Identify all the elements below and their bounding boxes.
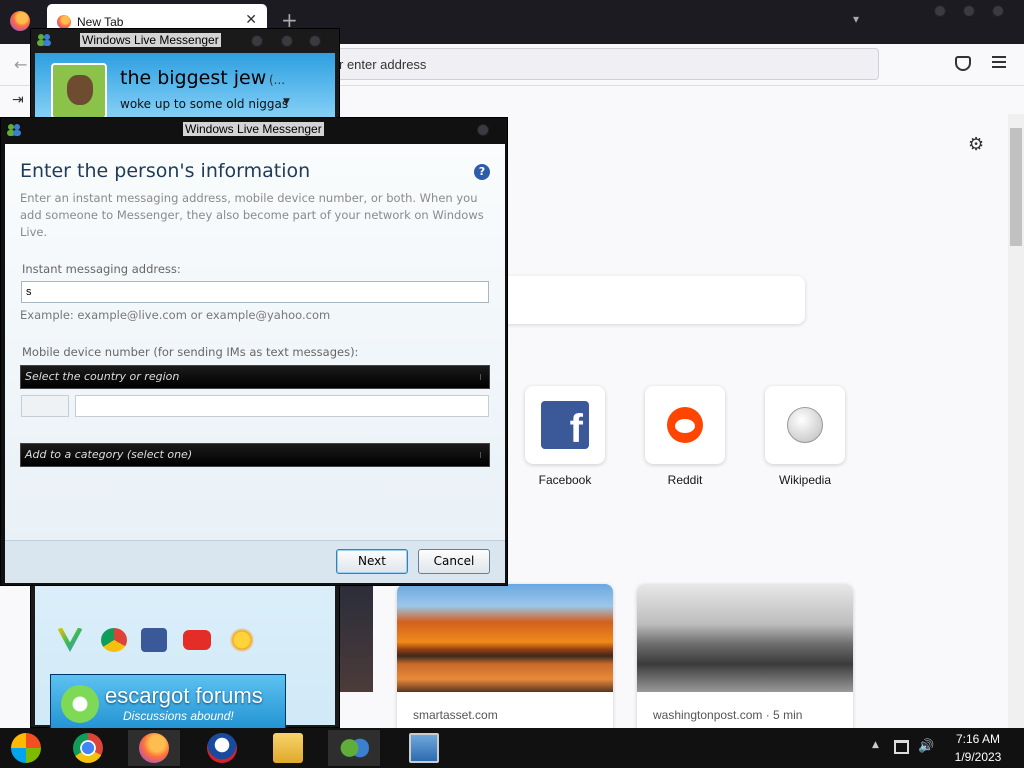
window-minimize-button[interactable] <box>934 5 946 17</box>
story-card-partial-image[interactable] <box>340 584 373 692</box>
address-bar[interactable]: r enter address <box>290 48 879 80</box>
messenger-window-title: Windows Live Messenger <box>80 33 221 47</box>
firefox-logo-icon[interactable] <box>10 11 30 31</box>
messenger-buddies-icon <box>7 124 21 136</box>
dialog-body: Enter the person's information ? Enter a… <box>5 144 505 540</box>
chrome-icon[interactable] <box>101 628 127 652</box>
taskbar-messenger[interactable] <box>328 730 380 766</box>
window-maximize-button[interactable] <box>963 5 975 17</box>
dialog-window-title: Windows Live Messenger <box>183 122 324 136</box>
chevron-down-icon <box>480 374 484 380</box>
taskbar-chrome[interactable] <box>62 730 114 766</box>
cancel-button[interactable]: Cancel <box>418 549 490 574</box>
shortcut-facebook-tile[interactable]: f <box>525 386 605 464</box>
forums-tagline: Discussions abound! <box>123 709 234 723</box>
sign-in-icon[interactable]: ⇥ <box>12 92 24 108</box>
add-contact-dialog: Windows Live Messenger Enter the person'… <box>0 117 508 586</box>
address-bar-placeholder: r enter address <box>339 57 427 72</box>
mobile-number-label: Mobile device number (for sending IMs as… <box>22 345 359 359</box>
obama-logo-icon <box>207 733 237 763</box>
chevron-down-icon <box>480 452 484 458</box>
taskbar-firefox[interactable] <box>128 730 180 766</box>
shortcut-reddit-tile[interactable] <box>645 386 725 464</box>
taskbar-remote-desktop[interactable] <box>398 730 450 766</box>
wikipedia-icon <box>787 407 823 443</box>
sun-weather-icon[interactable] <box>229 628 255 652</box>
new-tab-button[interactable]: + <box>281 10 298 30</box>
story-card-smartasset[interactable]: smartasset.com <box>397 584 613 734</box>
pocket-icon[interactable] <box>955 56 971 71</box>
firefox-icon <box>139 733 169 763</box>
country-region-select[interactable]: Select the country or region <box>20 365 490 389</box>
window-close-button[interactable] <box>992 5 1004 17</box>
status-indicator[interactable]: (... <box>269 73 285 87</box>
taskbar: ▲ 🔊 7:16 AM 1/9/2023 <box>0 728 1024 768</box>
facebook-icon[interactable] <box>141 628 167 652</box>
tab-title: New Tab <box>77 15 124 29</box>
chevron-down-icon[interactable]: ▼ <box>283 97 290 107</box>
reddit-icon <box>667 407 703 443</box>
facebook-icon: f <box>541 401 589 449</box>
network-icon[interactable] <box>894 740 909 754</box>
messenger-minimize-button[interactable] <box>251 35 263 47</box>
taskbar-file-explorer[interactable] <box>262 730 314 766</box>
shortcut-wikipedia-label: Wikipedia <box>778 473 832 487</box>
taskbar-obama-app[interactable] <box>196 730 248 766</box>
story-source: smartasset.com <box>413 708 498 722</box>
story-source: washingtonpost.com · 5 min <box>653 708 803 722</box>
display-name[interactable]: the biggest jew <box>120 67 266 89</box>
messenger-buddies-icon <box>37 34 51 46</box>
im-address-input[interactable] <box>21 281 489 303</box>
messenger-close-button[interactable] <box>309 35 321 47</box>
forums-title: escargot forums <box>105 683 263 708</box>
page-scrollbar[interactable] <box>1008 114 1024 728</box>
shortcut-reddit-label: Reddit <box>667 473 703 487</box>
show-hidden-icons-button[interactable]: ▲ <box>872 740 879 750</box>
story-image-autumn-lake <box>397 584 613 692</box>
im-address-label: Instant messaging address: <box>22 262 181 276</box>
mobile-number-input[interactable] <box>75 395 489 417</box>
help-icon[interactable]: ? <box>474 164 490 180</box>
scrollbar-thumb[interactable] <box>1010 128 1022 246</box>
country-code-field[interactable] <box>21 395 69 417</box>
back-arrow-icon[interactable]: ← <box>14 55 27 74</box>
youtube-icon[interactable] <box>183 630 211 650</box>
monitor-icon <box>409 733 439 763</box>
windows-start-icon <box>11 733 41 763</box>
chrome-icon <box>73 733 103 763</box>
story-card-washingtonpost[interactable]: washingtonpost.com · 5 min <box>637 584 853 734</box>
start-button[interactable] <box>0 730 52 766</box>
firefox-tab-icon <box>57 15 71 29</box>
story-image-lunch-atop-skyscraper <box>637 584 853 692</box>
tab-close-icon[interactable]: ✕ <box>245 12 257 28</box>
messenger-maximize-button[interactable] <box>281 35 293 47</box>
list-all-tabs-icon[interactable]: ▾ <box>853 12 859 26</box>
folder-icon <box>273 733 303 763</box>
escargot-snail-icon <box>61 685 99 723</box>
clock-time[interactable]: 7:16 AM <box>938 732 1018 746</box>
category-select[interactable]: Add to a category (select one) <box>20 443 490 467</box>
im-address-example: Example: example@live.com or example@yah… <box>20 308 331 322</box>
gear-icon[interactable]: ⚙ <box>968 134 984 155</box>
avatar[interactable] <box>51 63 107 119</box>
shortcut-wikipedia-tile[interactable] <box>765 386 845 464</box>
personal-message[interactable]: woke up to some old niggas <box>120 97 288 111</box>
next-button[interactable]: Next <box>336 549 408 574</box>
dialog-description: Enter an instant messaging address, mobi… <box>20 191 484 239</box>
windows-live-icon[interactable] <box>57 628 83 652</box>
dialog-close-button[interactable] <box>477 124 489 136</box>
shortcut-facebook-label: Facebook <box>538 473 592 487</box>
escargot-forums-banner[interactable]: escargot forums Discussions abound! <box>50 674 286 736</box>
clock-date[interactable]: 1/9/2023 <box>938 750 1018 764</box>
dialog-heading: Enter the person's information <box>20 160 311 182</box>
country-region-select-value: Select the country or region <box>25 370 180 383</box>
messenger-buddies-icon <box>339 733 369 763</box>
volume-icon[interactable]: 🔊 <box>918 739 934 754</box>
category-select-value: Add to a category (select one) <box>25 448 193 461</box>
hamburger-menu-icon[interactable] <box>992 56 1006 71</box>
